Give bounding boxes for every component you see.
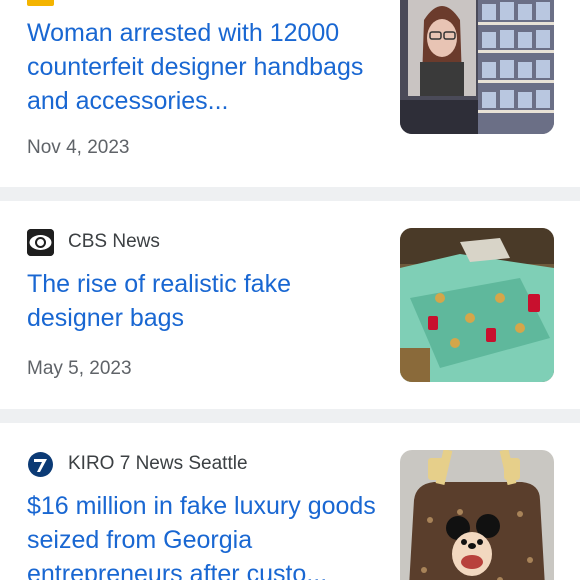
article-thumbnail[interactable] xyxy=(400,228,554,382)
article-card[interactable]: KIRO 7 News Seattle $16 million in fake … xyxy=(0,423,580,580)
news-feed: Woman arrested with 12000 counterfeit de… xyxy=(0,0,580,580)
article-thumbnail[interactable] xyxy=(400,0,554,134)
article-card[interactable]: CBS News The rise of realistic fake desi… xyxy=(0,201,580,408)
article-headline[interactable]: Woman arrested with 12000 counterfeit de… xyxy=(27,16,377,118)
news-publisher-icon xyxy=(27,0,54,6)
article-date: Nov 4, 2023 xyxy=(27,137,130,158)
article-thumbnail[interactable] xyxy=(400,450,554,580)
article-source[interactable]: KIRO 7 News Seattle xyxy=(27,450,248,478)
article-card[interactable]: Woman arrested with 12000 counterfeit de… xyxy=(0,0,580,186)
divider xyxy=(0,409,580,424)
article-headline[interactable]: The rise of realistic fake designer bags xyxy=(27,267,377,335)
article-headline[interactable]: $16 million in fake luxury goods seized … xyxy=(27,489,377,580)
article-source[interactable]: CBS News xyxy=(27,228,160,256)
divider xyxy=(0,187,580,202)
cbs-eye-logo-icon xyxy=(27,228,54,256)
source-name: CBS News xyxy=(68,231,160,252)
kiro7-logo-icon xyxy=(27,451,54,478)
source-name: KIRO 7 News Seattle xyxy=(68,453,248,474)
article-date: May 5, 2023 xyxy=(27,358,132,379)
